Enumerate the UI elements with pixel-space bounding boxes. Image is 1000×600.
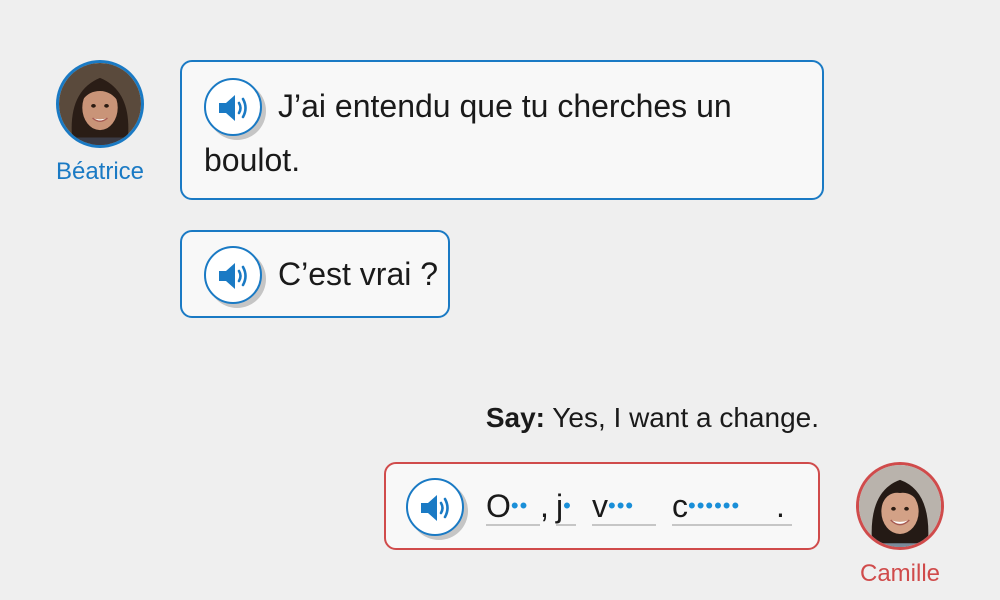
- play-audio-button-answer[interactable]: [406, 478, 464, 536]
- say-label: Say:: [485, 402, 545, 433]
- answer-word-blank-2[interactable]: j•: [556, 488, 576, 526]
- answer-word-blank-4[interactable]: c••••••: [672, 488, 792, 526]
- say-prompt: Say: Yes, I want a change.: [486, 402, 819, 434]
- camille-portrait-icon: [859, 465, 941, 547]
- avatar-camille: [856, 462, 944, 550]
- word-dots: •••: [608, 493, 635, 518]
- play-audio-button-1[interactable]: [204, 78, 262, 136]
- say-text: Yes, I want a change.: [552, 402, 819, 433]
- speaker-icon: [219, 95, 247, 121]
- avatar-beatrice: [56, 60, 144, 148]
- speaker-icon: [421, 495, 449, 521]
- play-audio-button-2[interactable]: [204, 246, 262, 304]
- word-letter: c: [672, 488, 688, 524]
- word-letter: v: [592, 488, 608, 524]
- word-dots: ••: [510, 493, 529, 518]
- speaker-name-camille: Camille: [859, 560, 940, 587]
- message-bubble-1: J’ai entendu que tu cherches un boulot.: [180, 60, 824, 200]
- message-bubble-2: C’est vrai ?: [180, 230, 450, 318]
- message-text-1-line2: boulot.: [204, 142, 301, 178]
- word-dots: •: [563, 493, 572, 518]
- message-text-2: C’est vrai ?: [278, 256, 439, 292]
- answer-comma: ,: [540, 488, 549, 524]
- speaker-name-beatrice: Béatrice: [55, 158, 145, 185]
- word-letter: O: [486, 488, 511, 524]
- message-text-1-line1: J’ai entendu que tu cherches un: [278, 88, 732, 124]
- beatrice-portrait-icon: [59, 63, 141, 145]
- speaker-icon: [219, 263, 247, 289]
- word-dots: ••••••: [688, 493, 741, 518]
- answer-bubble: O•• , j• v••• c•••••• .: [384, 462, 820, 550]
- answer-period: .: [776, 488, 785, 524]
- answer-word-blank-3[interactable]: v•••: [592, 488, 656, 526]
- answer-word-blank-1[interactable]: O••: [486, 488, 540, 526]
